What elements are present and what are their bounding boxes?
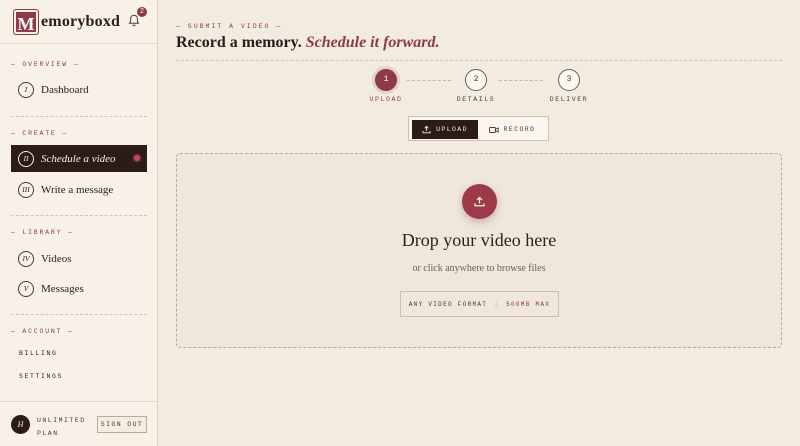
format-hint-badge: ANY VIDEO FORMAT | 500MB MAX <box>400 291 559 317</box>
sidebar: M emoryboxd 2 — OVERVIEW — I Dashboard —… <box>0 0 158 446</box>
sidebar-item-label: Dashboard <box>41 83 89 96</box>
title-emphasis: Schedule it forward. <box>305 34 440 51</box>
step-2-label: DETAILS <box>456 96 496 103</box>
title-plain: Record a memory. <box>176 34 302 51</box>
step-3-label: DELIVER <box>549 96 589 103</box>
dropzone-subtitle: or click anywhere to browse files <box>412 263 546 274</box>
sidebar-item-messages[interactable]: V Messages <box>11 275 147 302</box>
numeral-badge: V <box>18 280 34 297</box>
step-connector <box>499 80 543 81</box>
format-separator: | <box>494 300 500 308</box>
plan-name: UNLIMITED <box>37 417 86 424</box>
upload-button[interactable] <box>462 184 497 219</box>
sidebar-item-label: Schedule a video <box>41 152 116 165</box>
upload-mode-button[interactable]: UPLOAD <box>412 120 478 139</box>
step-connector <box>407 80 451 81</box>
header-divider <box>0 43 158 44</box>
dropzone-title: Drop your video here <box>401 230 557 250</box>
page-title: Record a memory. Schedule it forward. <box>176 34 440 52</box>
logo-mark: M <box>14 10 38 34</box>
sidebar-link-settings[interactable]: SETTINGS <box>19 373 63 380</box>
step-1-circle[interactable]: 1 <box>375 69 397 91</box>
section-label-overview: — OVERVIEW — <box>11 61 80 68</box>
section-label-library: — LIBRARY — <box>11 229 74 236</box>
upload-mode-label: UPLOAD <box>436 126 468 133</box>
step-2-circle[interactable]: 2 <box>465 69 487 91</box>
video-camera-icon <box>488 126 499 133</box>
section-divider <box>11 215 147 216</box>
plan-label: UNLIMITED PLAN <box>37 414 91 440</box>
section-label-account: — ACCOUNT — <box>11 328 74 335</box>
section-label-create: — CREATE — <box>11 130 69 137</box>
format-hint: ANY VIDEO FORMAT <box>408 300 488 308</box>
step-1-label: UPLOAD <box>369 96 403 103</box>
numeral-badge: III <box>18 181 34 198</box>
upload-icon <box>474 196 485 207</box>
sidebar-item-write-message[interactable]: III Write a message <box>11 176 147 203</box>
notification-badge: 2 <box>137 7 147 17</box>
plan-suffix: PLAN <box>37 430 59 437</box>
logo-wordmark: emoryboxd <box>41 13 121 30</box>
mode-toggle: UPLOAD RECORD <box>408 116 549 141</box>
video-dropzone[interactable]: Drop your video here or click anywhere t… <box>176 153 782 348</box>
record-mode-label: RECORD <box>503 126 536 133</box>
sidebar-item-dashboard[interactable]: I Dashboard <box>11 76 147 103</box>
numeral-badge: IV <box>18 250 34 267</box>
numeral-badge: I <box>18 81 34 98</box>
upload-icon <box>422 125 431 134</box>
page-eyebrow: — SUBMIT A VIDEO — <box>176 23 283 30</box>
sidebar-item-videos[interactable]: IV Videos <box>11 245 147 272</box>
sidebar-item-label: Videos <box>41 252 72 265</box>
title-divider <box>176 60 782 61</box>
numeral-badge: II <box>18 150 34 167</box>
section-divider <box>11 314 147 315</box>
size-limit-hint: 500MB MAX <box>506 300 551 308</box>
footer-divider <box>0 401 158 402</box>
sidebar-item-label: Messages <box>41 282 84 295</box>
sidebar-item-schedule-video[interactable]: II Schedule a video <box>11 145 147 172</box>
sign-out-button[interactable]: SIGN OUT <box>97 416 147 433</box>
active-indicator-dot <box>134 155 140 161</box>
section-divider <box>11 116 147 117</box>
record-mode-button[interactable]: RECORD <box>479 120 545 139</box>
step-3-circle[interactable]: 3 <box>558 69 580 91</box>
sidebar-item-label: Write a message <box>41 183 114 196</box>
sidebar-link-billing[interactable]: BILLING <box>19 350 58 357</box>
avatar[interactable]: H <box>11 415 30 434</box>
